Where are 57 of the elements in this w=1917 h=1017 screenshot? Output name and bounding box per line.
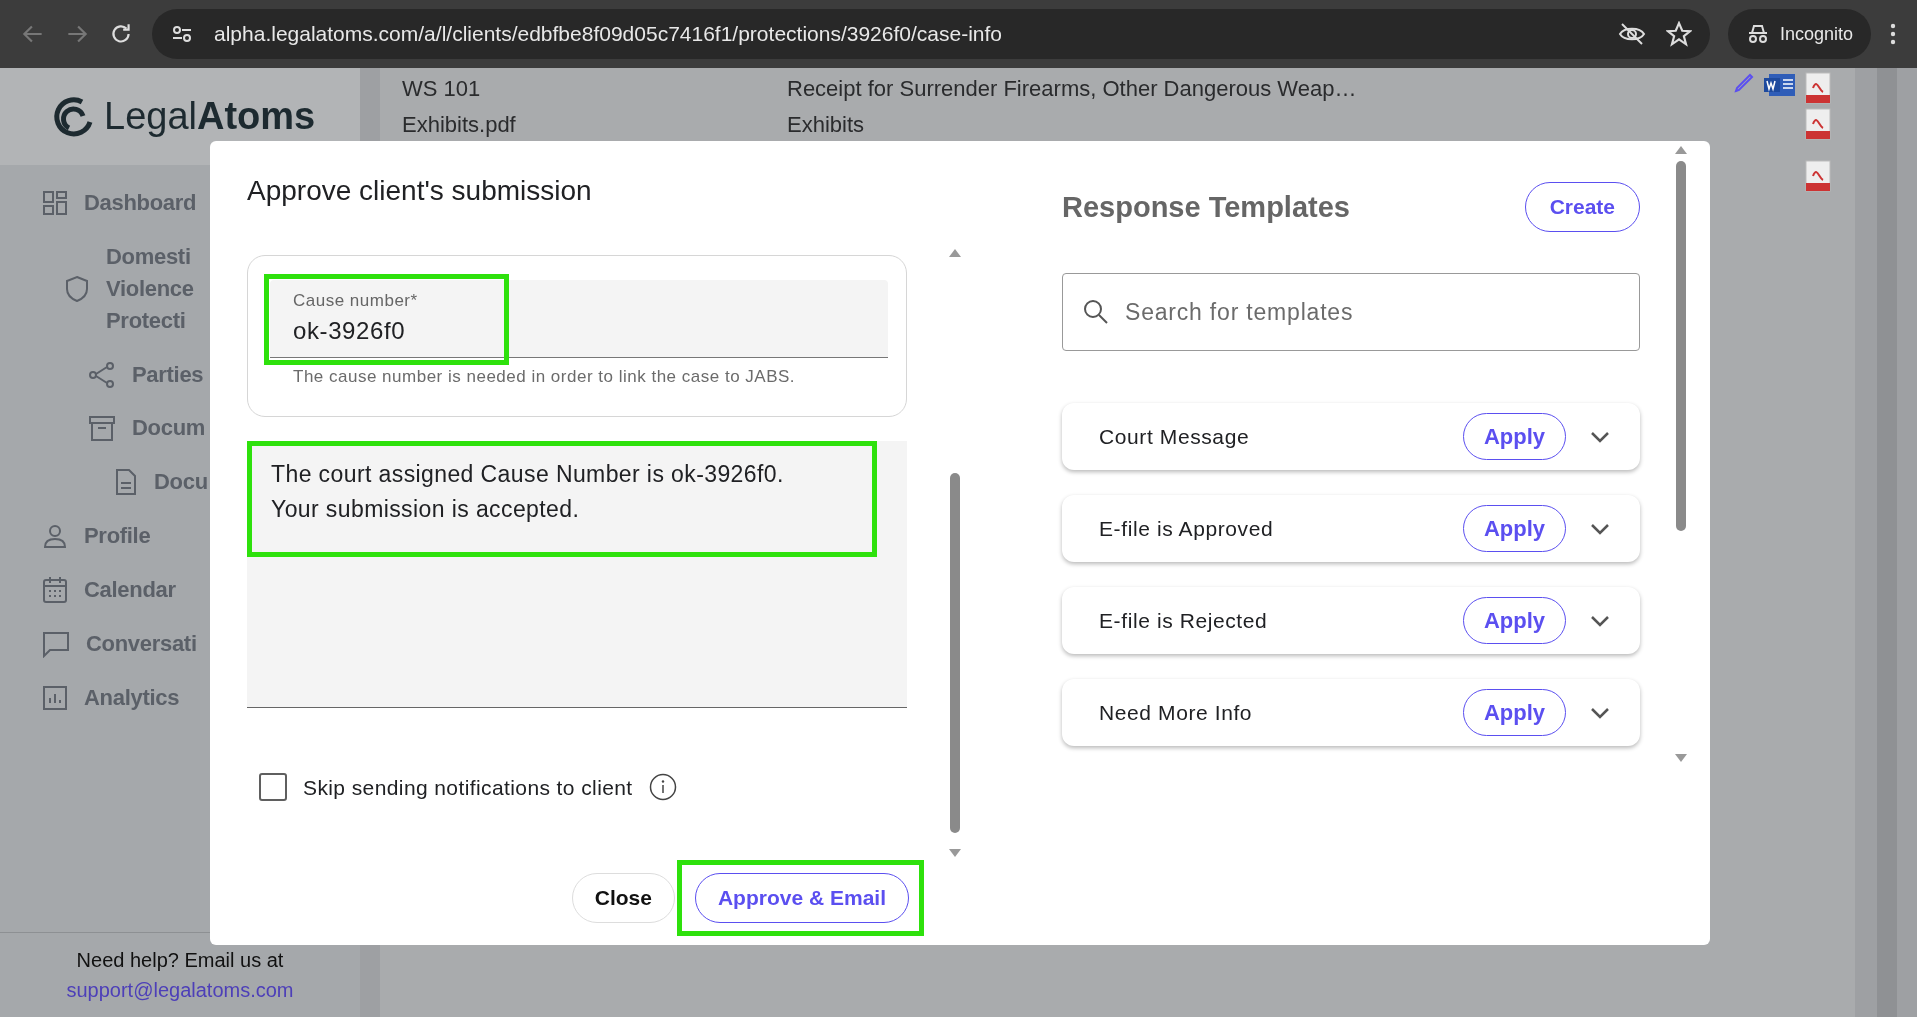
chat-bubble-icon xyxy=(42,629,70,658)
search-field[interactable]: Search for templates xyxy=(1062,273,1640,351)
url-text: alpha.legalatoms.com/a/l/clients/edbfbe8f09d05c7416f1/protections/3926f0/case-info xyxy=(214,21,1004,48)
address-bar[interactable]: alpha.legalatoms.com/a/l/clients/edbfbe8f09d05c7416f1/protections/3926f0/case-info xyxy=(152,9,1710,59)
template-name: Court Message xyxy=(1099,423,1251,450)
shield-icon xyxy=(64,274,90,303)
pdf-file-icon xyxy=(1805,108,1831,140)
approve-email-button[interactable]: Approve & Email xyxy=(694,872,909,923)
share-icon xyxy=(88,360,116,389)
apply-button[interactable]: Apply xyxy=(1462,505,1566,552)
checkbox[interactable] xyxy=(259,773,287,802)
checkbox-label: Skip sending notifications to client xyxy=(303,774,633,801)
close-button[interactable]: Close xyxy=(571,872,675,923)
scroll-up-icon[interactable] xyxy=(948,247,962,258)
pdf-file-icon xyxy=(1805,160,1831,192)
menu-icon[interactable] xyxy=(1889,22,1897,46)
support-email-link[interactable]: support@legalatoms.com xyxy=(66,975,294,1005)
eye-off-icon[interactable] xyxy=(1617,22,1646,46)
archive-box-icon xyxy=(88,414,116,443)
scrollbar[interactable] xyxy=(947,247,963,858)
chevron-icon[interactable] xyxy=(1590,706,1610,719)
star-icon[interactable] xyxy=(1665,21,1692,47)
logo-text: LegalAtoms xyxy=(104,94,316,139)
message-textarea[interactable]: The court assigned Cause Number is ok-3926f0. Your submission is accepted. xyxy=(247,440,907,708)
person-icon xyxy=(42,523,68,550)
info-icon[interactable] xyxy=(648,773,677,802)
template-name: E-file is Approved xyxy=(1099,515,1275,542)
helper-text: The cause number is needed in order to link the case to JABS. xyxy=(292,365,797,388)
scroll-up-icon[interactable] xyxy=(1674,145,1688,155)
template-name: E-file is Rejected xyxy=(1099,607,1269,634)
chevron-icon[interactable] xyxy=(1590,614,1610,627)
templates-title: Response Templates xyxy=(1062,189,1350,225)
grid-icon xyxy=(42,189,68,216)
apply-button[interactable]: Apply xyxy=(1462,413,1566,460)
document-name: Exhibits.pdf xyxy=(402,110,517,139)
document-description: Exhibits xyxy=(787,110,866,139)
chevron-icon[interactable] xyxy=(1590,430,1610,443)
chevron-icon[interactable] xyxy=(1590,522,1610,535)
bar-chart-icon xyxy=(42,684,68,711)
document-description: Receipt for Surrender Firearms, Other Dangerous Weap… xyxy=(787,74,1358,103)
pencil-icon xyxy=(1733,72,1755,94)
apply-button[interactable]: Apply xyxy=(1462,689,1566,736)
calendar-icon xyxy=(42,576,68,605)
help-text: Need help? Email us at xyxy=(76,948,284,973)
create-button[interactable]: Create xyxy=(1524,182,1640,232)
document-name: WS 101 xyxy=(402,74,482,103)
pdf-file-icon xyxy=(1805,72,1831,104)
incognito-chip[interactable]: Incognito xyxy=(1727,9,1871,59)
template-name: Need More Info xyxy=(1099,699,1254,726)
word-document-icon xyxy=(1763,72,1797,98)
scrollbar[interactable] xyxy=(1672,145,1690,763)
dialog-title: Approve client's submission xyxy=(247,174,593,208)
scroll-down-icon[interactable] xyxy=(1674,753,1688,763)
apply-button[interactable]: Apply xyxy=(1462,597,1566,644)
document-icon xyxy=(114,468,138,497)
scroll-down-icon[interactable] xyxy=(948,847,962,858)
cause-number-field[interactable]: Cause number* ok-3926f0 xyxy=(270,279,888,358)
